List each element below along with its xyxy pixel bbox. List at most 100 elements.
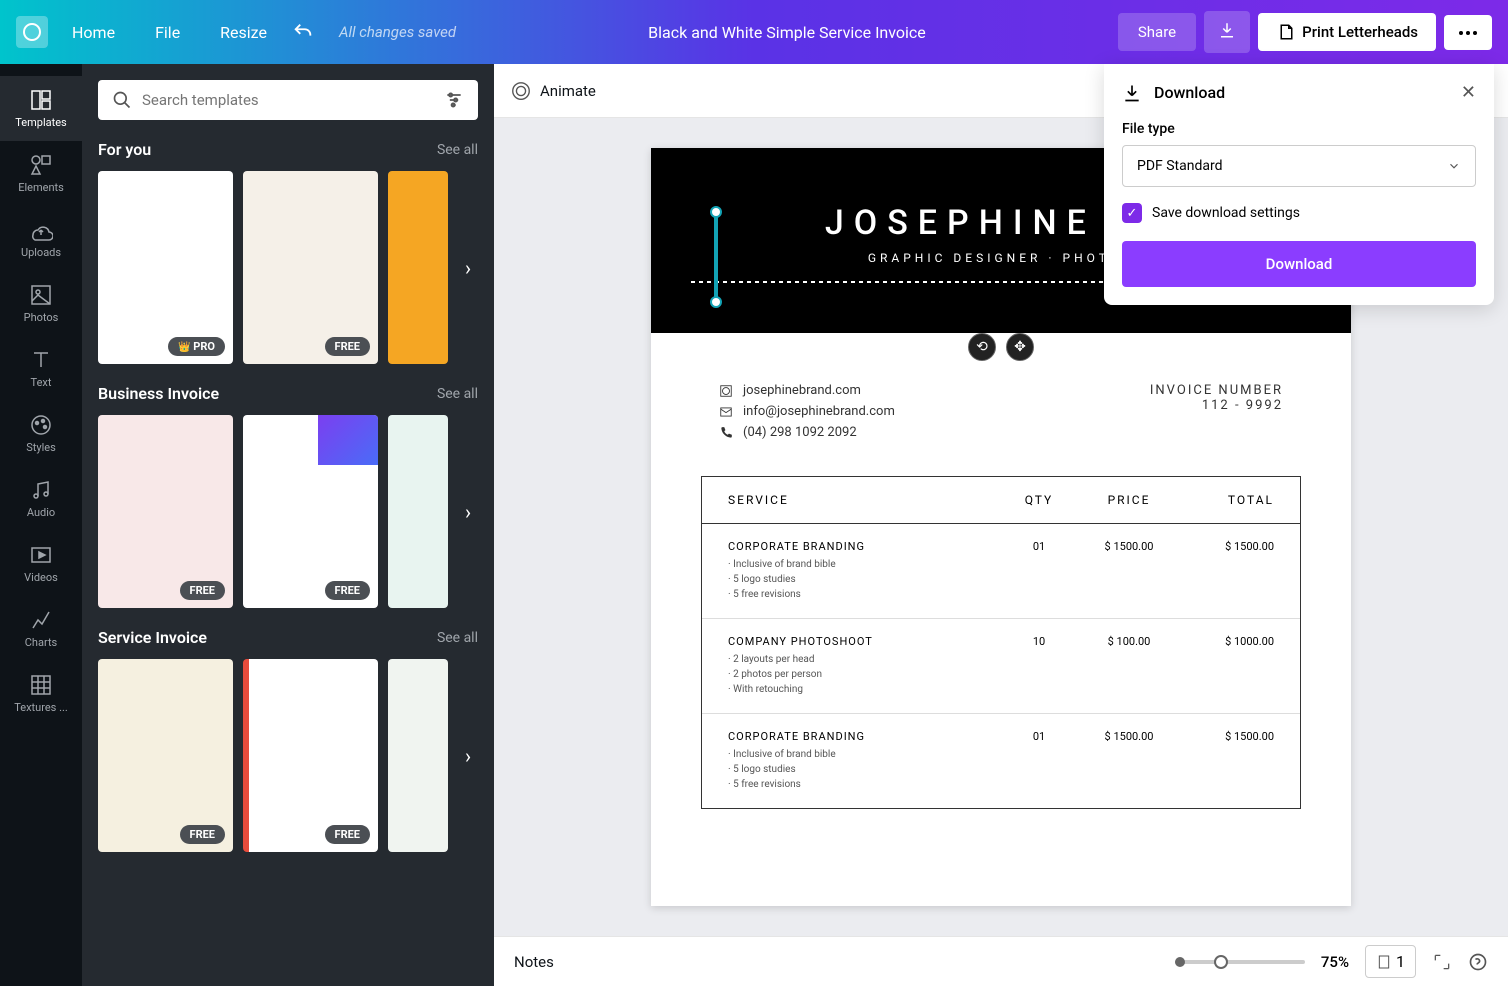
see-all-service[interactable]: See all <box>437 630 478 646</box>
animate-button[interactable]: Animate <box>510 80 596 102</box>
table-row: CORPORATE BRANDING· Inclusive of brand b… <box>702 714 1300 808</box>
download-icon <box>1122 83 1142 103</box>
rail-photos[interactable]: Photos <box>0 271 82 336</box>
animate-label: Animate <box>540 82 596 100</box>
table-header: SERVICE QTY PRICE TOTAL <box>702 477 1300 524</box>
checkbox-checked-icon: ✓ <box>1122 203 1142 223</box>
see-all-foryou[interactable]: See all <box>437 142 478 158</box>
invoice-number-block: INVOICE NUMBER 112 - 9992 <box>1150 383 1283 446</box>
pro-badge: PRO <box>168 337 225 356</box>
templates-row-business: FREE FREE › <box>98 415 478 608</box>
template-card[interactable] <box>388 171 448 364</box>
rail-text[interactable]: Text <box>0 336 82 401</box>
templates-row-service: FREE FREE › <box>98 659 478 852</box>
save-settings-checkbox[interactable]: ✓ Save download settings <box>1122 203 1476 223</box>
file-type-label: File type <box>1122 121 1476 137</box>
template-card[interactable] <box>388 415 448 608</box>
search-input[interactable] <box>142 91 434 109</box>
templates-row-foryou: PRO FREE › <box>98 171 478 364</box>
download-panel: Download ✕ File type PDF Standard ✓ Save… <box>1104 64 1494 305</box>
left-rail: Templates Elements Uploads Photos Text S… <box>0 64 82 986</box>
canvas-area: Animate Ungroup JOSEPHINE BR GRAPHIC DES… <box>494 64 1508 986</box>
print-letterheads-button[interactable]: Print Letterheads <box>1258 13 1436 51</box>
rail-label: Elements <box>18 181 64 194</box>
file-type-value: PDF Standard <box>1137 158 1223 174</box>
charts-icon <box>29 608 53 632</box>
template-card[interactable]: FREE <box>243 415 378 608</box>
rail-templates[interactable]: Templates <box>0 76 82 141</box>
zoom-min-icon <box>1175 957 1185 967</box>
rail-videos[interactable]: Videos <box>0 531 82 596</box>
template-card[interactable]: FREE <box>243 659 378 852</box>
next-templates[interactable]: › <box>454 491 482 533</box>
globe-icon <box>719 384 733 398</box>
document-title[interactable]: Black and White Simple Service Invoice <box>464 23 1110 42</box>
zoom-value[interactable]: 75% <box>1321 953 1349 971</box>
audio-icon <box>29 478 53 502</box>
sync-icon[interactable]: ⟲ <box>968 333 996 361</box>
page-count-button[interactable]: 1 <box>1365 945 1416 978</box>
rail-elements[interactable]: Elements <box>0 141 82 206</box>
template-card[interactable]: FREE <box>243 171 378 364</box>
template-card[interactable]: PRO <box>98 171 233 364</box>
close-icon[interactable]: ✕ <box>1461 82 1476 103</box>
help-icon[interactable] <box>1468 952 1488 972</box>
see-all-business[interactable]: See all <box>437 386 478 402</box>
share-button[interactable]: Share <box>1118 13 1196 51</box>
table-row: COMPANY PHOTOSHOOT· 2 layouts per head· … <box>702 619 1300 714</box>
move-icon[interactable]: ✥ <box>1006 333 1034 361</box>
collapse-sidebar[interactable]: ‹ <box>492 474 494 574</box>
zoom-slider[interactable] <box>1175 960 1305 964</box>
next-templates[interactable]: › <box>454 247 482 289</box>
invoice-number-value: 112 - 9992 <box>1150 398 1283 413</box>
text-icon <box>29 348 53 372</box>
rail-label: Audio <box>27 506 55 519</box>
rail-uploads[interactable]: Uploads <box>0 206 82 271</box>
phone-icon <box>719 426 733 440</box>
file-button[interactable]: File <box>139 15 196 50</box>
selection-handle[interactable] <box>710 206 722 218</box>
service-table: SERVICE QTY PRICE TOTAL CORPORATE BRANDI… <box>701 476 1301 809</box>
animate-icon <box>510 80 532 102</box>
filter-icon[interactable] <box>444 90 464 110</box>
more-button[interactable] <box>1444 15 1492 50</box>
rail-label: Charts <box>25 636 57 649</box>
resize-button[interactable]: Resize <box>204 15 283 50</box>
download-button[interactable]: Download <box>1122 241 1476 287</box>
template-card[interactable]: FREE <box>98 659 233 852</box>
expand-icon[interactable] <box>1432 952 1452 972</box>
undo-icon[interactable] <box>291 20 315 44</box>
search-templates[interactable] <box>98 80 478 120</box>
notes-button[interactable]: Notes <box>514 953 554 971</box>
free-badge: FREE <box>180 581 225 600</box>
template-card[interactable]: FREE <box>98 415 233 608</box>
free-badge: FREE <box>180 825 225 844</box>
table-row: CORPORATE BRANDING· Inclusive of brand b… <box>702 524 1300 619</box>
logo-icon <box>22 22 42 42</box>
col-price: PRICE <box>1074 493 1184 507</box>
rail-styles[interactable]: Styles <box>0 401 82 466</box>
rail-textures[interactable]: Textures ... <box>0 661 82 726</box>
email-text: info@josephinebrand.com <box>743 404 895 419</box>
selection-handle[interactable] <box>710 296 722 308</box>
free-badge: FREE <box>325 825 370 844</box>
download-topbar-button[interactable] <box>1204 11 1250 53</box>
videos-icon <box>29 543 53 567</box>
rail-label: Videos <box>24 571 58 584</box>
rail-label: Uploads <box>21 246 61 259</box>
next-templates[interactable]: › <box>454 735 482 777</box>
saved-status: All changes saved <box>339 23 456 41</box>
rail-audio[interactable]: Audio <box>0 466 82 531</box>
rail-charts[interactable]: Charts <box>0 596 82 661</box>
zoom-thumb[interactable] <box>1214 955 1228 969</box>
section-foryou: For you See all <box>98 140 478 159</box>
more-icon <box>1458 30 1478 36</box>
bottom-bar: Notes 75% 1 <box>494 936 1508 986</box>
website-line: josephinebrand.com <box>719 383 895 398</box>
home-button[interactable]: Home <box>56 15 131 50</box>
file-type-select[interactable]: PDF Standard <box>1122 145 1476 187</box>
rail-label: Text <box>31 376 52 389</box>
canva-logo[interactable] <box>16 16 48 48</box>
template-card[interactable] <box>388 659 448 852</box>
pages-icon <box>1376 953 1392 971</box>
